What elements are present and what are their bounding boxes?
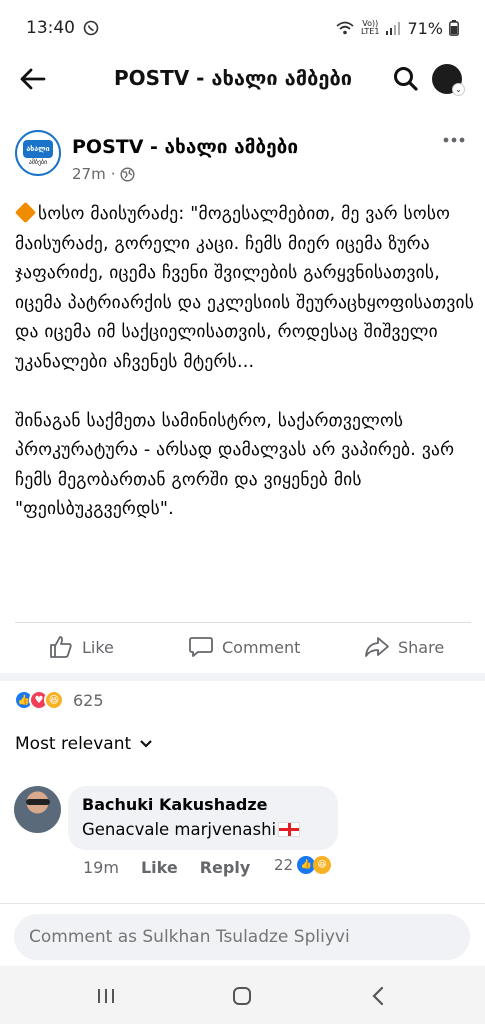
orange-diamond-icon (14, 201, 37, 224)
comment-button[interactable]: Comment (188, 634, 300, 660)
viber-icon (83, 20, 99, 36)
logo-subtitle: ამბები (28, 159, 48, 166)
battery-percent: 71% (407, 18, 443, 38)
system-nav-bar (0, 966, 485, 1024)
section-separator (0, 673, 485, 681)
status-right: Vo)) LTE1 71% (335, 19, 459, 38)
battery-icon (449, 20, 459, 36)
comment-bubble[interactable]: Bachuki Kakushadze Genacvale marjvenashi (68, 786, 338, 850)
comment-actions: 19m Like Reply (83, 858, 250, 877)
more-dots-icon (443, 137, 465, 143)
chevron-down-icon (140, 740, 152, 748)
comment-reaction-count: 22 (274, 856, 294, 874)
logo-mark: ახალი (23, 140, 53, 158)
comment-author[interactable]: Bachuki Kakushadze (82, 795, 324, 814)
reactions-summary[interactable]: 👍 ♥ 😆 625 (14, 688, 104, 712)
comment-input[interactable] (14, 914, 470, 960)
globe-icon (120, 166, 135, 182)
meta-dot: · (110, 165, 116, 183)
back-arrow-icon (20, 68, 46, 90)
status-bar: 13:40 Vo)) LTE1 71% (0, 0, 485, 56)
post-body-text: სოსო მაისურაძე: "მოგესალმებით, მე ვარ სო… (15, 204, 475, 519)
post-actions: Like Comment Share (0, 626, 485, 670)
comment-label: Comment (222, 637, 301, 657)
share-arrow-icon (365, 637, 389, 657)
post-header: ახალი ამბები POSTV - ახალი ამბები 27m · (0, 124, 485, 188)
volte-indicator: Vo)) LTE1 (361, 19, 380, 36)
like-label: Like (82, 637, 114, 657)
georgia-flag-icon (278, 822, 301, 837)
recent-apps-button[interactable] (91, 981, 121, 1011)
post-time[interactable]: 27m (72, 165, 106, 183)
signal-icon (386, 22, 401, 35)
comment-reactions[interactable]: 22 👍 😆 (274, 856, 332, 874)
like-button[interactable]: Like (48, 634, 114, 660)
reaction-count: 625 (73, 690, 104, 710)
app-bar: POSTV - ახალი ამბები ⌄ (0, 56, 485, 106)
haha-reaction-icon: 😆 (313, 856, 332, 874)
comment-reply-button[interactable]: Reply (200, 858, 251, 877)
share-label: Share (398, 637, 445, 657)
recent-apps-icon (98, 989, 114, 1003)
more-options-button[interactable] (442, 130, 466, 150)
comment-bubble-icon (189, 637, 213, 657)
haha-reaction-icon: 😆 (44, 690, 64, 710)
status-time: 13:40 (26, 18, 75, 38)
search-button[interactable] (392, 65, 420, 93)
comment-time: 19m (83, 858, 119, 877)
post-page-name[interactable]: POSTV - ახალი ამბები (72, 136, 298, 158)
chevron-down-icon[interactable]: ⌄ (452, 83, 465, 96)
page-title: POSTV - ახალი ამბები (114, 66, 352, 90)
thumbs-up-icon (50, 636, 72, 658)
system-back-button[interactable] (363, 981, 393, 1011)
home-icon (233, 987, 251, 1005)
status-left: 13:40 (26, 18, 99, 38)
comment-composer (0, 903, 485, 965)
post-text: სოსო მაისურაძე: "მოგესალმებით, მე ვარ სო… (14, 200, 475, 525)
back-button[interactable] (18, 64, 48, 94)
share-button[interactable]: Share (364, 634, 444, 660)
home-button[interactable] (227, 981, 257, 1011)
wifi-icon (336, 21, 354, 35)
divider (15, 622, 471, 623)
comment-body: Genacvale marjvenashi (82, 820, 277, 839)
comment-item: Bachuki Kakushadze Genacvale marjvenashi… (0, 784, 485, 894)
comment-text: Genacvale marjvenashi (82, 820, 324, 839)
comment-sort-dropdown[interactable]: Most relevant (15, 734, 153, 754)
back-chevron-icon (372, 986, 384, 1006)
commenter-avatar[interactable] (14, 786, 61, 833)
search-icon (394, 67, 418, 91)
page-logo[interactable]: ახალი ამბები (15, 130, 61, 176)
comment-like-button[interactable]: Like (141, 858, 178, 877)
sort-label: Most relevant (15, 734, 132, 754)
post-meta: 27m · (72, 165, 135, 183)
